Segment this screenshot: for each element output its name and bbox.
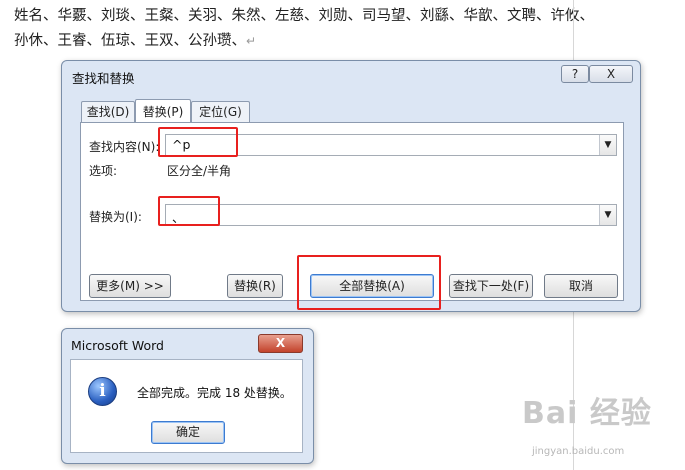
options-label: 选项: [89,164,118,178]
more-button[interactable]: 更多(M) >> [89,274,171,298]
find-next-button[interactable]: 查找下一处(F) [449,274,533,298]
options-value: 区分全/半角 [167,164,232,178]
find-what-label: 查找内容(N): [89,140,160,154]
ok-button[interactable]: 确定 [151,421,225,444]
message-text: 全部完成。完成 18 处替换。 [137,386,292,400]
replace-with-combo[interactable]: 、 ▼ [165,204,617,226]
find-what-combo[interactable]: ^p ▼ [165,134,617,156]
chevron-down-icon[interactable]: ▼ [599,205,616,225]
cancel-button[interactable]: 取消 [544,274,618,298]
paragraph-mark-icon: ↵ [246,34,257,48]
info-icon: i [88,377,117,406]
message-close-button[interactable]: X [258,334,303,353]
chevron-down-icon[interactable]: ▼ [599,135,616,155]
document-line-2: 孙休、王睿、伍琼、王双、公孙瓒、↵ [14,29,574,54]
watermark-brand: Bai 经验 [522,396,652,431]
document-body: 姓名、华覈、刘琰、王粲、关羽、朱然、左慈、刘勋、司马望、刘繇、华歆、文聘、许攸、… [14,4,594,54]
replace-all-button[interactable]: 全部替换(A) [310,274,434,298]
find-what-value: ^p [172,137,191,152]
replace-with-label: 替换为(I): [89,210,142,224]
tab-find[interactable]: 查找(D) [81,101,135,122]
dialog-title: 查找和替换 [72,71,135,86]
find-replace-dialog: 查找和替换 ? X 查找(D) 替换(P) 定位(G) 查找内容(N): ^p … [61,60,641,312]
baidu-watermark: Bai 经验 jingyan.baidu.com [522,388,682,468]
watermark-url: jingyan.baidu.com [532,446,625,457]
document-line-1: 姓名、华覈、刘琰、王粲、关羽、朱然、左慈、刘勋、司马望、刘繇、华歆、文聘、许攸、 [14,8,594,24]
tab-goto[interactable]: 定位(G) [191,101,250,122]
document-line-2-text: 孙休、王睿、伍琼、王双、公孙瓒、 [14,33,246,49]
word-message-box: Microsoft Word X i 全部完成。完成 18 处替换。 确定 [61,328,314,464]
message-body: i 全部完成。完成 18 处替换。 确定 [70,359,303,453]
tab-replace[interactable]: 替换(P) [135,99,191,122]
replace-button[interactable]: 替换(R) [227,274,283,298]
help-button[interactable]: ? [561,65,589,83]
close-button[interactable]: X [589,65,633,83]
replace-with-value: 、 [172,210,185,225]
replace-panel: 查找内容(N): ^p ▼ 选项: 区分全/半角 替换为(I): 、 ▼ 更多(… [80,122,624,301]
message-box-title: Microsoft Word [71,338,164,353]
